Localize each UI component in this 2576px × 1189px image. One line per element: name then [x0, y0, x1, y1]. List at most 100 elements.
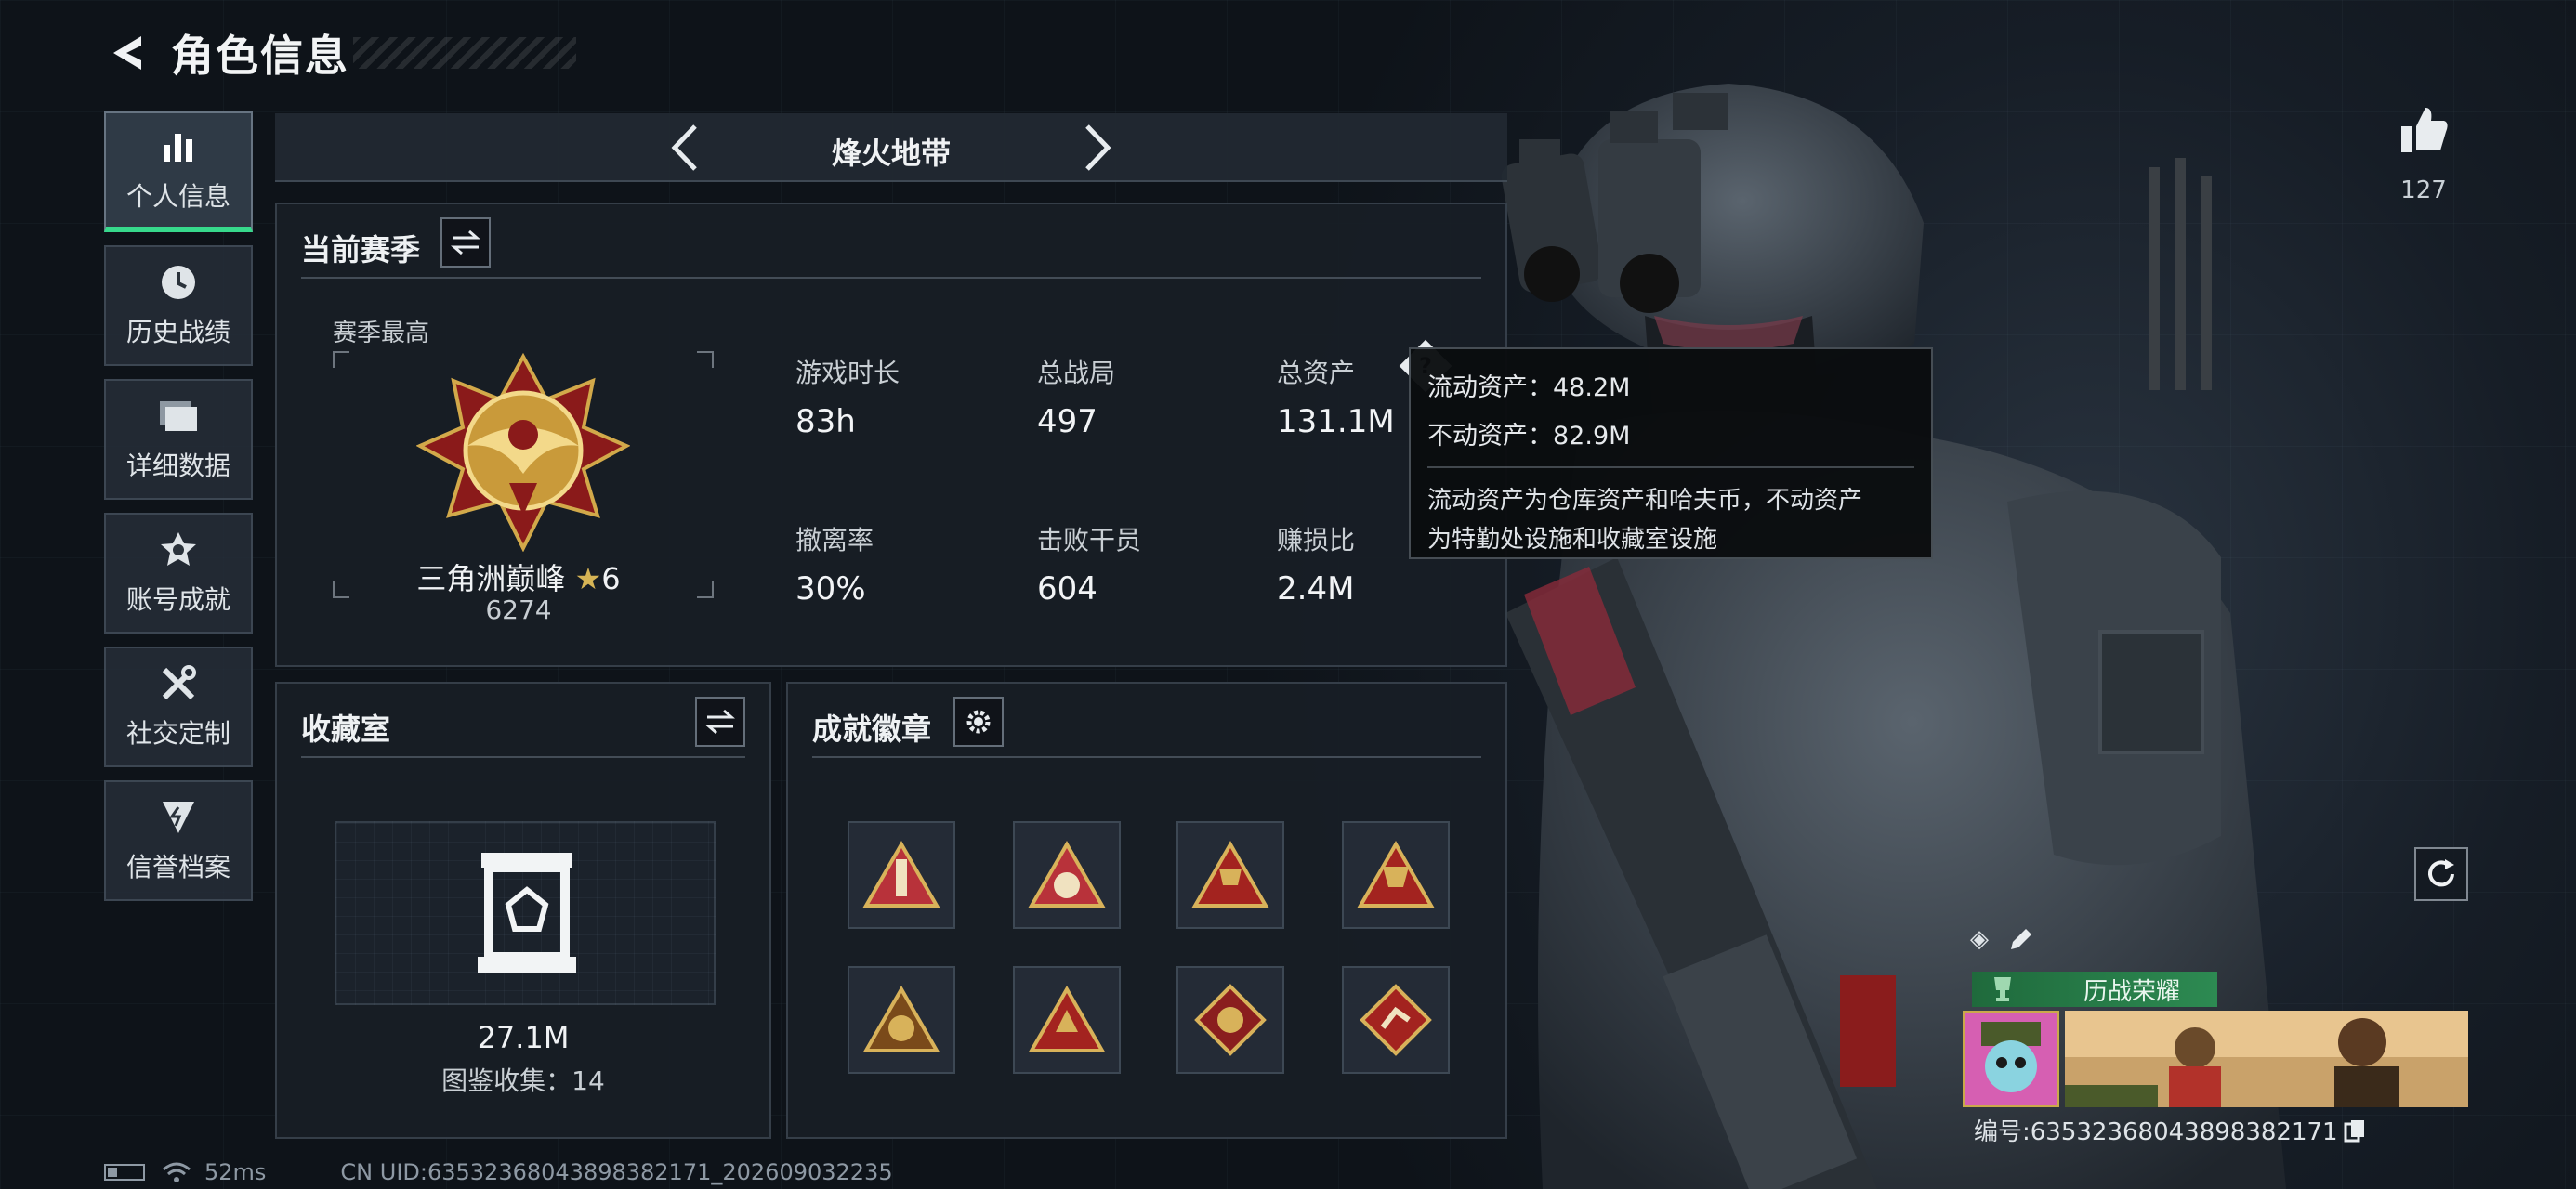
- sidebar-item-personal-info[interactable]: 个人信息: [104, 111, 253, 232]
- clock-icon: [158, 262, 199, 303]
- achievement-badge-2[interactable]: [1013, 821, 1121, 929]
- sidebar-item-credit-record[interactable]: 信誉档案: [104, 780, 253, 901]
- swap-icon: [705, 709, 735, 735]
- sidebar: 个人信息 历史战绩 详细数据 账号成就 社交定制 信誉档案: [104, 111, 253, 914]
- frame-corner: [333, 351, 349, 368]
- divider: [812, 756, 1481, 758]
- stat-label: 总战局: [1037, 358, 1116, 388]
- back-arrow-icon: [113, 36, 141, 70]
- ping-value: 52ms: [204, 1159, 267, 1185]
- sidebar-item-label: 社交定制: [125, 718, 230, 749]
- stat-value: 83h: [795, 403, 856, 440]
- player-avatar[interactable]: [1963, 1011, 2059, 1107]
- page-title: 角色信息: [171, 31, 349, 81]
- stat-value: 131.1M: [1277, 403, 1395, 440]
- achievement-badge-7[interactable]: [1176, 966, 1284, 1074]
- rank-stars: 6: [601, 561, 621, 596]
- stat-total-matches: 总战局 497: [1037, 353, 1115, 440]
- season-title: 当前赛季: [301, 232, 421, 268]
- display-case-icon: [478, 853, 576, 973]
- pencil-icon: [2011, 929, 2031, 949]
- badge-bomb-icon: [1028, 841, 1106, 908]
- divider: [1427, 466, 1914, 468]
- copy-button[interactable]: [2344, 1118, 2368, 1143]
- tooltip-desc-line2: 为特勤处设施和收藏室设施: [1427, 526, 1718, 554]
- bar-chart-icon: [158, 126, 199, 167]
- stat-value: 604: [1037, 570, 1097, 608]
- stat-label: 击败干员: [1037, 525, 1142, 555]
- season-switch-button[interactable]: [440, 217, 491, 268]
- sidebar-item-label: 信誉档案: [125, 852, 230, 882]
- chevron-right-icon: [1085, 124, 1111, 171]
- sidebar-item-match-history[interactable]: 历史战绩: [104, 245, 253, 366]
- achievement-badge-6[interactable]: [1013, 966, 1121, 1074]
- mode-next-button[interactable]: [1072, 123, 1123, 173]
- swap-icon: [451, 229, 480, 255]
- refresh-icon: [2428, 859, 2454, 887]
- rank-score: 6274: [485, 594, 552, 625]
- achievement-badge-4[interactable]: [1342, 821, 1450, 929]
- banner-image: [2065, 1011, 2468, 1107]
- achievement-badge-1[interactable]: [848, 821, 955, 929]
- trophy-icon: [1994, 977, 2011, 1001]
- sidebar-item-achievements[interactable]: 账号成就: [104, 513, 253, 634]
- tools-icon: [158, 663, 199, 704]
- achievements-settings-button[interactable]: [953, 697, 1004, 747]
- stat-extract-rate: 撤离率 30%: [795, 520, 874, 608]
- collection-count: 图鉴收集：14: [441, 1065, 605, 1096]
- badge-rocket-icon: [862, 841, 940, 908]
- stat-value: 2.4M: [1277, 570, 1355, 608]
- achievement-badge-8[interactable]: [1342, 966, 1450, 1074]
- season-panel: 当前赛季 赛季最高 三角洲巅峰 ★6 6274 游戏时长 83h 总战局 497…: [275, 203, 1507, 667]
- stat-profit-ratio: 赚损比 2.4M: [1277, 520, 1355, 608]
- collection-value: 27.1M: [477, 1020, 570, 1055]
- status-bar: 52ms CN UID:635323680438983821​71_202609…: [104, 1159, 893, 1185]
- honor-badge: 历战荣耀: [1972, 972, 2217, 1007]
- sidebar-item-label: 详细数据: [125, 451, 230, 481]
- achievements-title: 成就徽章: [812, 712, 932, 747]
- wifi-icon: [163, 1162, 191, 1182]
- stat-label: 游戏时长: [795, 358, 900, 388]
- player-banner: [2065, 1011, 2468, 1107]
- collection-panel: 收藏室 27.1M 图鉴收集：14: [275, 682, 771, 1139]
- battery-icon: [104, 1164, 145, 1181]
- stat-total-assets: 总资产 131.1M: [1277, 353, 1395, 440]
- like-button[interactable]: [2394, 104, 2453, 160]
- stat-label: 总资产: [1277, 353, 1395, 390]
- sidebar-item-social-custom[interactable]: 社交定制: [104, 647, 253, 767]
- player-card-header: ◈: [1970, 925, 2035, 953]
- collection-switch-button[interactable]: [695, 697, 745, 747]
- season-best-label: 赛季最高: [333, 320, 430, 347]
- honor-label: 历战荣耀: [2083, 977, 2181, 1006]
- rank-emblem-icon: [416, 353, 630, 552]
- folder-icon: [158, 396, 199, 437]
- back-button[interactable]: [102, 27, 154, 79]
- achievement-badge-3[interactable]: [1176, 821, 1284, 929]
- card-id-text: 编号:635323680438983821​71: [1974, 1118, 2338, 1146]
- sidebar-item-label: 账号成就: [125, 584, 230, 615]
- assets-tooltip: 流动资产：48.2M 不动资产：82.9M 流动资产为仓库资产和哈夫币，不动资产…: [1409, 347, 1933, 559]
- stat-label: 撤离率: [795, 525, 874, 555]
- achievement-badge-5[interactable]: [848, 966, 955, 1074]
- title-decoration: [353, 37, 576, 69]
- player-card-id: 编号:635323680438983821​71: [1974, 1113, 2368, 1147]
- collection-preview[interactable]: [335, 821, 716, 1005]
- sidebar-item-detailed-data[interactable]: 详细数据: [104, 379, 253, 500]
- badge-trophy-icon: [1191, 841, 1269, 908]
- sidebar-item-label: 历史战绩: [125, 317, 230, 347]
- badge-dragon-icon: [1194, 984, 1267, 1056]
- refresh-button[interactable]: [2414, 847, 2468, 901]
- badge-runner-icon: [1360, 984, 1432, 1056]
- stat-value: 497: [1037, 403, 1097, 440]
- collection-title: 收藏室: [301, 712, 391, 747]
- edit-button[interactable]: [2007, 925, 2035, 953]
- badge-emblem-icon: [1028, 986, 1106, 1052]
- star-icon: ★: [574, 561, 602, 596]
- frame-corner: [697, 351, 714, 368]
- badge-beast-icon: [862, 986, 940, 1052]
- uid-text: CN UID:635323680438983821​71_20260903223…: [340, 1159, 893, 1185]
- divider: [301, 756, 745, 758]
- thumbs-up-icon: [2401, 108, 2448, 152]
- tooltip-fixed-assets: 不动资产：82.9M: [1427, 422, 1631, 451]
- stat-value: 30%: [795, 570, 866, 608]
